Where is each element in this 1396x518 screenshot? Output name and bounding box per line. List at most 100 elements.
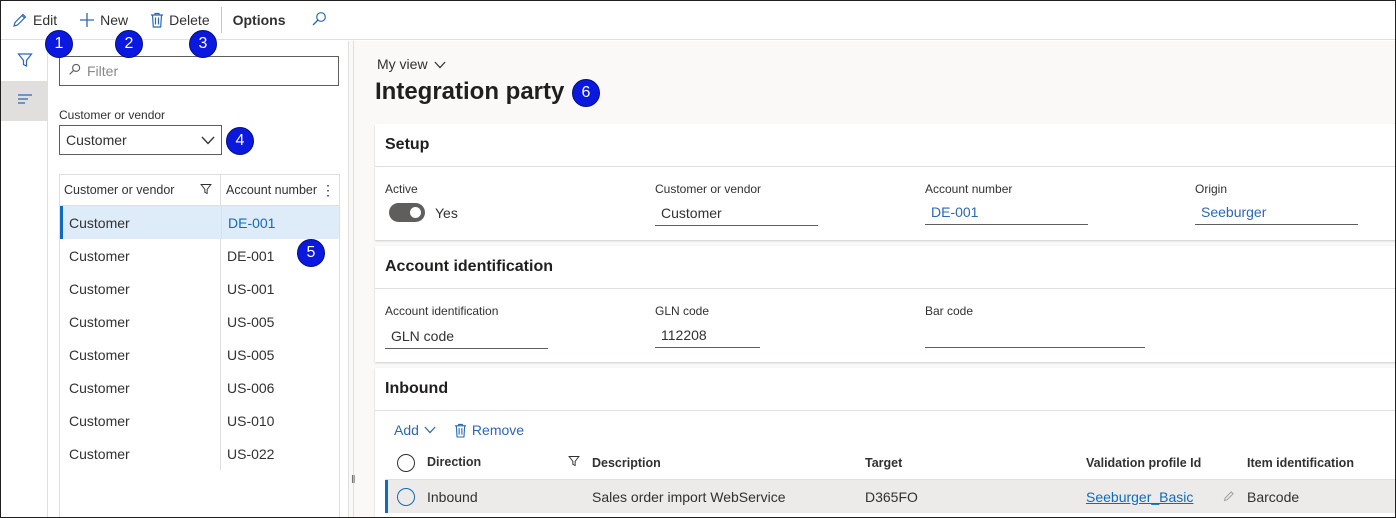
col-header-validation-profile[interactable]: Validation profile Id [1086,456,1247,470]
cell-customer-or-vendor: Customer [60,239,221,272]
account-identification-header[interactable]: Account identification [375,246,1395,289]
filter-pane-toggle[interactable] [1,41,48,81]
cv-label: Customer or vendor [655,182,762,196]
splitter-grip-icon[interactable]: ‖ [351,474,356,486]
cell-customer-or-vendor: Customer [60,437,221,470]
cell-account-number: US-010 [227,412,275,429]
col-header-direction[interactable]: Direction [427,455,588,470]
active-label: Active [385,182,418,196]
cv-select-value: Customer [66,132,127,148]
account-field[interactable]: DE-001 [925,199,1088,225]
search-icon [311,11,327,30]
account-identification-section: Account identification Account identific… [375,246,1395,362]
col-header-customer-or-vendor[interactable]: Customer or vendor [60,175,221,205]
col-header-item-identification[interactable]: Item identification [1247,456,1395,470]
details-pane: My view Integration party Setup Active Y… [354,41,1395,517]
pencil-icon [12,12,28,28]
chevron-down-icon [433,56,446,72]
list-pane: Customer or vendor Customer Customer or … [49,41,349,517]
table-row[interactable]: Customer DE-001 [60,206,339,239]
cv-field[interactable]: Customer [655,200,818,226]
chevron-down-icon [424,426,436,434]
plus-icon [79,12,95,28]
active-toggle[interactable] [389,203,425,222]
funnel-icon [200,183,212,198]
direction-cell: Inbound [427,488,478,505]
search-icon [68,63,81,79]
party-grid: Customer or vendor Account number ⋮ Cust… [59,174,340,517]
gln-field[interactable]: 112208 [655,322,760,348]
callout-badge-5: 5 [297,239,325,267]
cell-account-number: US-022 [227,445,275,462]
chevron-down-icon [201,132,215,148]
trash-icon [150,12,164,28]
aid-field[interactable]: GLN code [385,323,548,349]
options-tab[interactable]: Options [233,12,286,28]
inbound-grid: Direction Description Target Validation … [385,446,1395,513]
cell-account-number: US-005 [227,346,275,363]
callout-badge-6: 6 [572,79,600,107]
remove-button[interactable]: Remove [454,422,524,438]
active-value: Yes [435,205,458,221]
cell-customer-or-vendor: Customer [60,206,221,239]
inbound-header[interactable]: Inbound [375,368,1395,411]
page-title: Integration party [375,78,565,105]
cv-select[interactable]: Customer [59,125,222,155]
aid-label: Account identification [385,304,499,318]
origin-label: Origin [1195,182,1228,196]
funnel-icon [16,52,33,71]
account-label: Account number [925,182,1013,196]
table-row[interactable]: Customer US-006 [60,371,339,404]
table-row[interactable]: Customer US-022 [60,437,339,470]
list-pane-toggle[interactable] [1,81,48,121]
cell-account-number: US-001 [227,280,275,297]
col-header-description[interactable]: Description [588,456,865,470]
validation-profile-link[interactable]: Seeburger_Basic [1086,489,1193,505]
callout-badge-2: 2 [115,30,143,58]
cell-account-number: DE-001 [221,206,339,239]
cv-filter-label: Customer or vendor [59,108,166,122]
origin-field[interactable]: Seeburger [1195,199,1358,225]
pencil-icon[interactable] [1223,489,1235,505]
setup-header[interactable]: Setup [375,124,1395,167]
cell-customer-or-vendor: Customer [60,338,221,371]
edit-label: Edit [33,12,58,28]
new-label: New [100,12,129,28]
inbound-grid-header: Direction Description Target Validation … [385,446,1395,480]
description-cell: Sales order import WebService [592,488,786,505]
trash-icon [454,423,467,438]
search-button[interactable] [311,1,327,40]
gln-label: GLN code [655,304,710,318]
delete-label: Delete [169,12,210,28]
view-selector[interactable]: My view [377,56,446,72]
add-button[interactable]: Add [394,422,436,438]
filter-field[interactable] [59,56,339,86]
toolbar-divider [220,7,222,33]
grid-header: Customer or vendor Account number ⋮ [60,175,339,206]
table-row[interactable]: Customer US-010 [60,404,339,437]
table-row[interactable]: Customer US-005 [60,305,339,338]
table-row[interactable]: Customer US-005 [60,338,339,371]
filter-input[interactable] [87,63,327,79]
target-cell: D365FO [865,488,918,505]
inbound-section: Inbound Add Remove Direction Description… [375,368,1395,517]
select-all-checkbox[interactable] [385,453,427,472]
cell-account-number: US-005 [227,313,275,330]
table-row[interactable]: Customer US-001 [60,272,339,305]
cell-customer-or-vendor: Customer [60,305,221,338]
callout-badge-1: 1 [45,30,73,58]
funnel-icon [568,455,580,470]
col-header-target[interactable]: Target [865,456,1086,470]
cell-customer-or-vendor: Customer [60,272,221,305]
app-window: Edit New Delete Options Filter Customer … [0,0,1396,518]
row-select-checkbox[interactable] [388,487,427,506]
cell-customer-or-vendor: Customer [60,371,221,404]
col-header-account-number[interactable]: Account number ⋮ [221,175,339,205]
left-rail [1,41,48,517]
bar-field[interactable] [925,322,1145,348]
list-icon [17,93,33,110]
callout-badge-3: 3 [189,30,217,58]
more-vertical-icon[interactable]: ⋮ [321,183,335,197]
inbound-row[interactable]: Inbound Sales order import WebService D3… [385,480,1395,513]
inbound-actions: Add Remove [394,422,524,438]
